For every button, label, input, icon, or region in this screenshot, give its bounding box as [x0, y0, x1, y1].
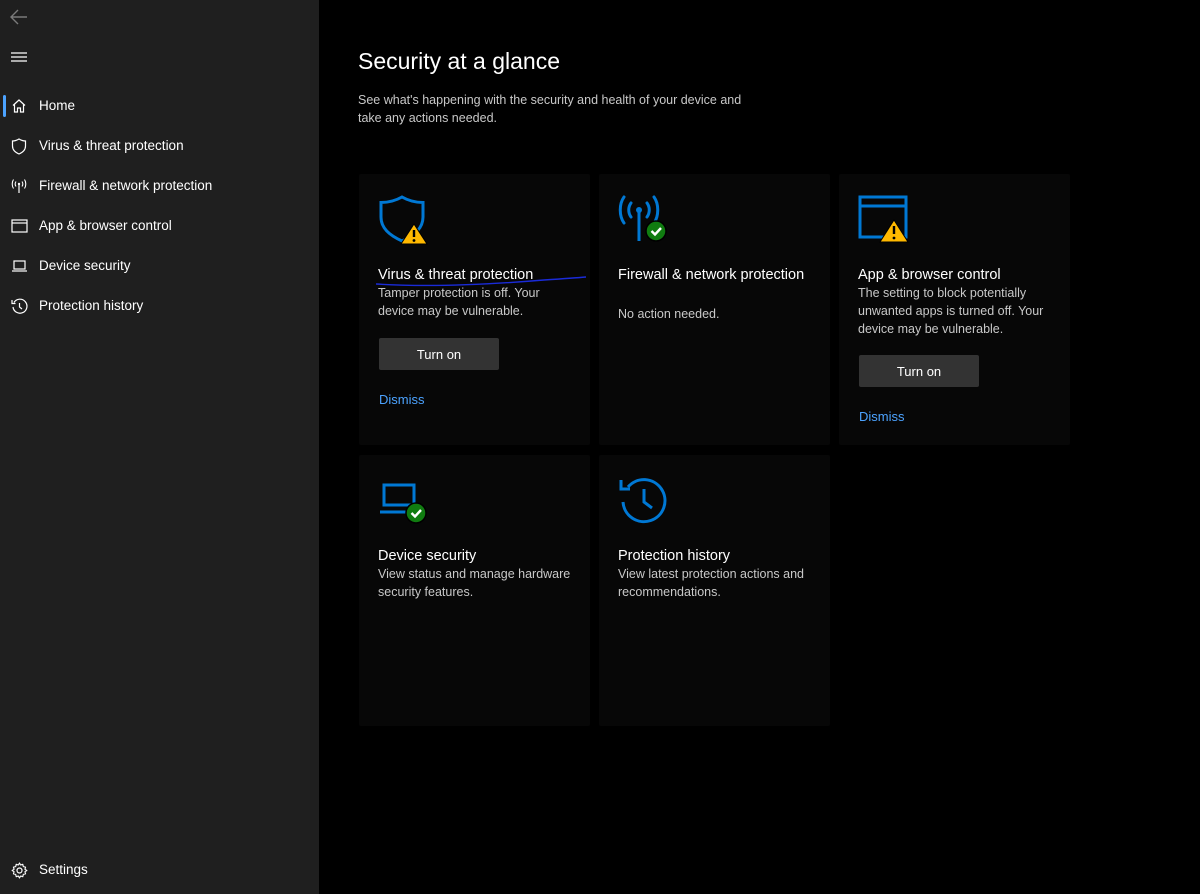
sidebar-item-app-browser[interactable]: App & browser control — [0, 206, 319, 246]
shield-warning-icon — [379, 195, 428, 245]
main-content: Security at a glance See what's happenin… — [319, 0, 1200, 894]
shield-icon — [10, 137, 28, 155]
turn-on-button[interactable]: Turn on — [379, 338, 499, 370]
back-button[interactable] — [6, 4, 32, 30]
page-title: Security at a glance — [358, 48, 561, 74]
settings-label: Settings — [39, 862, 88, 877]
card-description: View latest protection actions and recom… — [618, 567, 804, 599]
sidebar-item-label: Device security — [39, 258, 131, 273]
history-icon — [10, 297, 28, 315]
sidebar-item-virus-threat[interactable]: Virus & threat protection — [0, 126, 319, 166]
antenna-ok-icon — [618, 195, 667, 242]
app-window-icon — [10, 217, 28, 235]
dismiss-link[interactable]: Dismiss — [379, 392, 425, 407]
card-title[interactable]: App & browser control — [858, 265, 1058, 285]
card-app-browser[interactable]: App & browser control The setting to blo… — [839, 174, 1070, 445]
card-description: No action needed. — [618, 307, 720, 321]
sidebar-item-label: Protection history — [39, 298, 144, 313]
back-arrow-icon — [10, 9, 27, 25]
page-subtitle: See what's happening with the security a… — [358, 93, 742, 125]
laptop-icon — [10, 257, 28, 275]
antenna-icon — [10, 177, 28, 195]
sidebar-item-label: Firewall & network protection — [39, 178, 213, 193]
card-firewall[interactable]: Firewall & network protection No action … — [599, 174, 830, 445]
history-clock-icon — [619, 478, 667, 524]
menu-button[interactable] — [6, 44, 32, 70]
card-description: The setting to block potentially unwante… — [858, 286, 1044, 336]
laptop-ok-icon — [380, 483, 427, 524]
sidebar-item-label: App & browser control — [39, 218, 172, 233]
sidebar-item-home[interactable]: Home — [0, 86, 319, 126]
card-title[interactable]: Device security — [378, 546, 578, 566]
card-virus-threat[interactable]: Virus & threat protection Tamper protect… — [359, 174, 590, 445]
sidebar-item-firewall[interactable]: Firewall & network protection — [0, 166, 319, 206]
turn-on-button[interactable]: Turn on — [859, 355, 979, 387]
dismiss-link[interactable]: Dismiss — [859, 409, 905, 424]
app-window-warning-icon — [858, 195, 909, 243]
sidebar: Home Virus & threat protection Firewall … — [0, 0, 319, 894]
sidebar-item-device-security[interactable]: Device security — [0, 246, 319, 286]
sidebar-item-label: Virus & threat protection — [39, 138, 184, 153]
card-title[interactable]: Virus & threat protection — [378, 265, 578, 285]
card-protection-history[interactable]: Protection history View latest protectio… — [599, 455, 830, 726]
card-description: View status and manage hardware security… — [378, 567, 571, 599]
gear-icon — [10, 861, 28, 879]
card-device-security[interactable]: Device security View status and manage h… — [359, 455, 590, 726]
card-description: Tamper protection is off. Your device ma… — [378, 286, 540, 318]
sidebar-item-label: Home — [39, 98, 76, 113]
sidebar-item-settings[interactable]: Settings — [0, 850, 319, 890]
card-title[interactable]: Protection history — [618, 546, 818, 566]
sidebar-nav: Home Virus & threat protection Firewall … — [0, 86, 319, 326]
sidebar-item-protection-history[interactable]: Protection history — [0, 286, 319, 326]
card-title[interactable]: Firewall & network protection — [618, 265, 818, 285]
home-icon — [10, 97, 28, 115]
hamburger-icon — [11, 52, 27, 62]
